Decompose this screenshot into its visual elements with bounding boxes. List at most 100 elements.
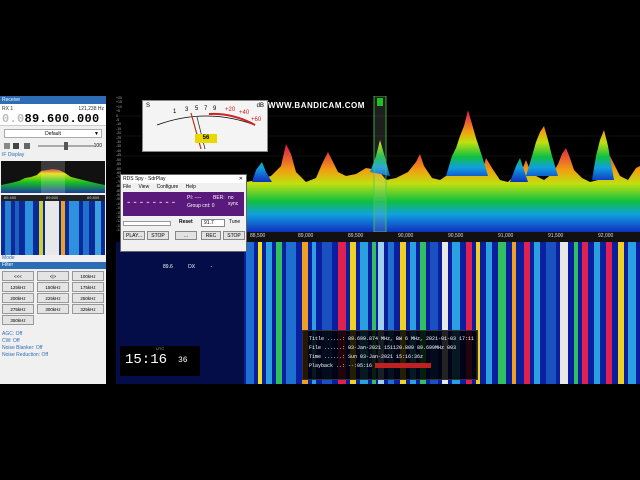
- rds-pi: PI: ----: [187, 195, 202, 201]
- if-tick: 89.400: [4, 195, 17, 200]
- filter-button[interactable]: 225kHz: [37, 293, 69, 303]
- spectrum-trace: [236, 144, 640, 232]
- filter-button[interactable]: <|>: [37, 271, 69, 281]
- receiver-frequency-display[interactable]: RX 1 121,238 Hz 0.089.600.000: [0, 104, 106, 126]
- freq-tick: 89,500: [348, 233, 364, 239]
- playback-progress-row: Playback ..: --:05:16: [309, 362, 471, 371]
- noise-blanker-option[interactable]: Noise Blanker: Off: [0, 345, 106, 352]
- filter-bandwidth-grid: <<< <|> 100kHz 125kHz 150kHz 175kHz 200k…: [2, 271, 104, 325]
- if-waterfall-graph: [1, 201, 105, 255]
- if-tick: 89.600: [46, 195, 59, 200]
- play-button[interactable]: PLAY...: [123, 231, 145, 240]
- if-display-section[interactable]: IF Display: [0, 152, 106, 159]
- rds-ps-name: --------: [126, 198, 178, 208]
- filter-button[interactable]: 325kHz: [72, 304, 104, 314]
- rds-control-row: Reset 91.7 Tune: [123, 218, 244, 229]
- filter-button[interactable]: 125kHz: [2, 282, 34, 292]
- cw-option[interactable]: CW: Off: [0, 338, 106, 345]
- rds-spy-window[interactable]: RDS Spy - SdrPlay ✕ File View Configure …: [120, 174, 247, 252]
- menu-help[interactable]: Help: [186, 184, 196, 190]
- browse-button[interactable]: ...: [175, 231, 197, 240]
- filter-button[interactable]: <<<: [2, 271, 34, 281]
- volume-row: 100: [4, 141, 102, 151]
- recorder-watermark: WWW.BANDICAM.COM: [268, 101, 365, 110]
- tuning-band-marker[interactable]: [373, 96, 387, 232]
- noise-reduction-option[interactable]: Noise Reduction: Off: [0, 352, 106, 359]
- volume-slider-handle[interactable]: [64, 142, 68, 150]
- menu-configure[interactable]: Configure: [157, 184, 179, 190]
- freq-tick: 88,500: [250, 233, 266, 239]
- freq-tick: 90,500: [448, 233, 464, 239]
- s-meter-tick: 9: [213, 106, 217, 112]
- mute-icon[interactable]: [13, 143, 19, 149]
- playback-position: Playback ..: --:05:16: [309, 363, 373, 369]
- if-spectrum-mini: [1, 161, 105, 193]
- clock-label: UTC: [156, 346, 165, 351]
- s-meter-tick: 7: [204, 106, 208, 112]
- frequency-readout[interactable]: 0.089.600.000: [2, 112, 100, 126]
- if-spectrum-graph: [1, 161, 105, 193]
- filter-button[interactable]: 150kHz: [37, 282, 69, 292]
- s-meter-tick: +60: [251, 117, 262, 123]
- filter-button[interactable]: 300kHz: [37, 304, 69, 314]
- tune-button[interactable]: Tune: [229, 219, 240, 225]
- rds-level-slider[interactable]: [123, 221, 171, 226]
- freq-tick: 90,000: [398, 233, 414, 239]
- agc-option[interactable]: AGC: Off: [0, 331, 106, 338]
- freq-tick: 91,500: [548, 233, 564, 239]
- playback-progress-bar[interactable]: [375, 363, 432, 369]
- stop-button[interactable]: STOP: [147, 231, 169, 240]
- s-meter-tick: +40: [239, 110, 250, 116]
- if-tick: 89.800: [87, 195, 100, 200]
- rds-sync-status: no sync: [228, 195, 239, 207]
- panel-header: Receive: [0, 96, 106, 104]
- profile-value: Default: [45, 131, 61, 137]
- filter-button[interactable]: 175kHz: [72, 282, 104, 292]
- frequency-main-digits: 89.600.000: [24, 112, 100, 126]
- speaker-icon[interactable]: [24, 143, 30, 149]
- reset-button[interactable]: Reset: [179, 219, 193, 225]
- filter-button[interactable]: 275kHz: [2, 304, 34, 314]
- menu-view[interactable]: View: [138, 184, 149, 190]
- rds-title: RDS Spy - SdrPlay: [123, 176, 166, 182]
- s-meter-tick: 3: [185, 107, 189, 113]
- filter-button[interactable]: 100kHz: [72, 271, 104, 281]
- stop-square-icon[interactable]: [4, 143, 10, 149]
- clock-time: 15:16: [125, 352, 168, 368]
- rds-title-bar: RDS Spy - SdrPlay ✕: [121, 175, 246, 183]
- chevron-down-icon: ▼: [94, 131, 99, 137]
- rds-ber: BER:: [213, 195, 225, 201]
- menu-file[interactable]: File: [123, 184, 131, 190]
- close-icon[interactable]: ✕: [239, 175, 243, 183]
- rds-menu-bar: File View Configure Help: [121, 183, 246, 191]
- record-button[interactable]: REC: [201, 231, 221, 240]
- clock-seconds: 36: [178, 356, 188, 365]
- filter-button[interactable]: 250kHz: [72, 293, 104, 303]
- freq-tick: 92,000: [598, 233, 614, 239]
- clock-widget: UTC 15:16 36: [120, 346, 200, 376]
- s-meter-tick: 5: [195, 106, 199, 112]
- rds-status-panel: -------- PI: ---- BER: no sync Group cnt…: [123, 192, 244, 216]
- tuning-handle[interactable]: [377, 98, 383, 106]
- s-meter: S dB 1 3 5 7 9 +20 +40 +60 56: [142, 100, 268, 152]
- rds-frequency-select[interactable]: 91.7: [201, 219, 225, 227]
- profile-dropdown[interactable]: Default ▼: [4, 129, 102, 138]
- playback-info-panel: Title .....: 89.699.874 MHz, BW 6 MHz, 2…: [302, 330, 478, 380]
- rds-group-count: Group cnt: 0: [187, 203, 215, 209]
- s-meter-dial: 1 3 5 7 9 +20 +40 +60: [156, 106, 262, 150]
- letterbox-bottom: [0, 384, 640, 480]
- side-panel: Receive RX 1 121,238 Hz 0.089.600.000 De…: [0, 96, 106, 384]
- volume-value: 100: [93, 143, 102, 149]
- filter-section[interactable]: Filter: [0, 262, 106, 269]
- mode-section[interactable]: Mode: [0, 255, 106, 262]
- stop-record-button[interactable]: STOP: [223, 231, 245, 240]
- playback-title: Title .....: 89.699.874 MHz, BW 6 MHz, 2…: [309, 336, 475, 342]
- dx-separator: -: [210, 264, 213, 270]
- dx-mode: DX: [188, 264, 196, 270]
- rds-button-row: PLAY... STOP ... REC STOP: [123, 231, 245, 241]
- if-waterfall-mini: [1, 201, 105, 255]
- playback-file: File ......: 03-Jan-2021 151120.809 89.6…: [309, 345, 457, 351]
- filter-button[interactable]: 200kHz: [2, 293, 34, 303]
- filter-button[interactable]: 350kHz: [2, 315, 34, 325]
- dx-readout: 89.6 DX -: [163, 264, 226, 270]
